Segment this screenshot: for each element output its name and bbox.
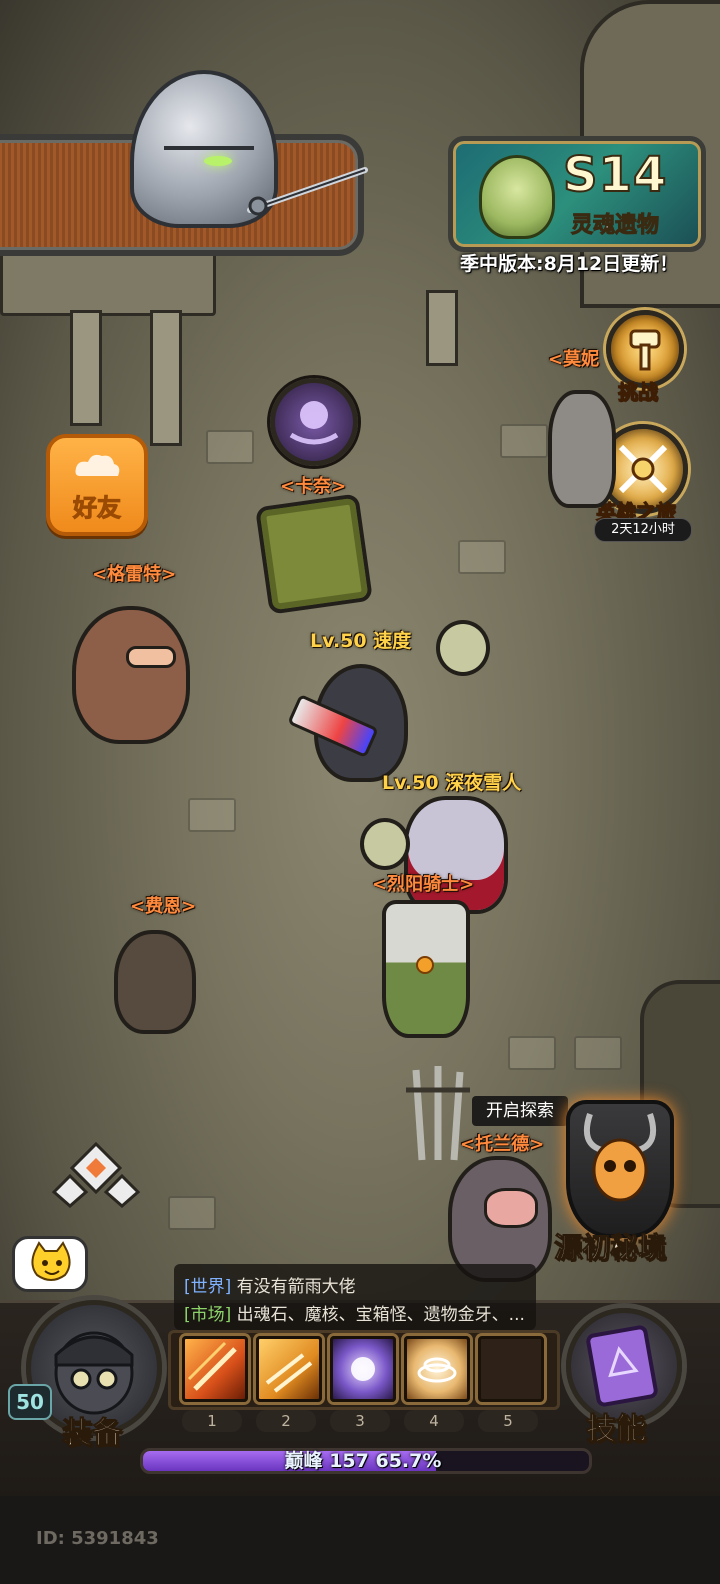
- npc-quest-icon[interactable]: [270, 378, 358, 466]
- cloud-icon: [75, 454, 120, 476]
- pig-snout: [484, 1188, 538, 1228]
- player-yeti-character[interactable]: [404, 796, 508, 914]
- pet-creature[interactable]: [360, 818, 410, 870]
- stone-wall: [0, 250, 216, 316]
- visor-slit: [164, 146, 254, 150]
- hammer-icon: [629, 329, 661, 371]
- friends-label: 好友: [73, 494, 122, 523]
- arcane-orb-icon: [351, 1357, 375, 1381]
- npc-monnie[interactable]: [548, 390, 616, 508]
- npc-name-fane: <费恩>: [130, 896, 197, 917]
- season-boss-icon: [479, 155, 555, 239]
- skill-slot-1[interactable]: [182, 1336, 248, 1402]
- magic-orb-icon: [289, 401, 339, 445]
- chat-panel[interactable]: [世界] 有没有箭雨大佬 [市场] 出魂石、魔核、宝箱怪、遗物金牙、...: [174, 1264, 536, 1330]
- floor-tile: [500, 424, 548, 458]
- challenge-label: 挑战: [618, 380, 659, 405]
- player-name-yeti: Lv.50 深夜雪人: [382, 772, 522, 794]
- chat-tag-market: [市场]: [184, 1305, 232, 1325]
- floor-tile: [188, 798, 236, 832]
- floor-tile: [168, 1196, 216, 1230]
- floor-tile: [574, 1036, 622, 1070]
- equip-label: 装备: [62, 1416, 123, 1452]
- slot-number-5: 5: [478, 1410, 538, 1432]
- cat-face-icon: [31, 1241, 71, 1281]
- chat-tag-world: [世界]: [184, 1277, 232, 1297]
- npc-name-toland: <托兰德>: [460, 1134, 545, 1155]
- player-level-badge: 50: [8, 1384, 52, 1420]
- knight-eye: [204, 156, 232, 166]
- journey-timer: 2天12小时: [594, 518, 692, 542]
- xp-text: 巅峰 157 65.7%: [140, 1446, 586, 1473]
- rapier-icon: [247, 167, 368, 216]
- stone-pillar: [426, 290, 458, 366]
- slot-number-4: 4: [404, 1410, 464, 1432]
- xp-label: 巅峰 157: [284, 1450, 369, 1472]
- chat-text-market: 出魂石、魔核、宝箱怪、遗物金牙、...: [231, 1305, 525, 1325]
- skills-label: 技能: [586, 1412, 647, 1448]
- arrow-volley-icon: [265, 1353, 313, 1393]
- npc-name-kana: <卡奈>: [280, 476, 347, 497]
- whirlwind-icon: [417, 1357, 457, 1383]
- chat-line-world: [世界] 有没有箭雨大佬: [184, 1272, 356, 1297]
- skill-slot-5-empty[interactable]: [478, 1336, 544, 1402]
- player-name-speed: Lv.50 速度: [310, 630, 412, 652]
- slot-number-1: 1: [182, 1410, 242, 1432]
- update-note: 季中版本:8月12日更新！: [460, 253, 679, 275]
- npc-name-monnie: <莫妮: [548, 349, 600, 370]
- season-subtitle: 灵魂遗物: [570, 213, 660, 239]
- stone-pillar: [150, 310, 182, 446]
- horned-skull-icon: [584, 1113, 656, 1202]
- friends-button[interactable]: 好友: [46, 434, 148, 536]
- dungeon-portal-button[interactable]: [566, 1100, 674, 1238]
- chat-text-world: 有没有箭雨大佬: [231, 1277, 356, 1297]
- stone-pillar: [70, 310, 102, 426]
- chat-line-market: [市场] 出魂石、魔核、宝箱怪、遗物金牙、...: [184, 1300, 525, 1325]
- fire-slash-icon: [187, 1341, 237, 1391]
- sun-emblem-icon: [416, 956, 434, 974]
- xp-percent: 65.7%: [375, 1450, 442, 1472]
- slot-number-2: 2: [256, 1410, 316, 1432]
- skill-slot-3[interactable]: [330, 1336, 396, 1402]
- season-title: S14: [562, 146, 668, 204]
- floor-tile: [508, 1036, 556, 1070]
- npc-name-grete: <格雷特>: [92, 564, 177, 585]
- bull-goggles: [126, 646, 176, 668]
- pet-creature[interactable]: [436, 620, 490, 676]
- dungeon-label: 源初秘境: [553, 1231, 667, 1265]
- slot-number-3: 3: [330, 1410, 390, 1432]
- season-banner[interactable]: S14 灵魂遗物: [448, 136, 706, 252]
- explore-hint: 开启探索: [472, 1096, 568, 1126]
- floor-tile: [458, 540, 506, 574]
- skill-slot-2[interactable]: [256, 1336, 322, 1402]
- skill-slot-4[interactable]: [404, 1336, 470, 1402]
- npc-grete-bull[interactable]: [72, 606, 190, 744]
- npc-name-sun-knight: <烈阳骑士>: [372, 874, 475, 895]
- player-id: ID: 5391843: [36, 1528, 159, 1549]
- waypoint-icon[interactable]: [50, 1140, 142, 1210]
- chat-emote-button[interactable]: [12, 1236, 88, 1292]
- npc-fane-goat[interactable]: [114, 930, 196, 1034]
- npc-kana-cube[interactable]: [254, 493, 374, 615]
- floor-tile: [206, 430, 254, 464]
